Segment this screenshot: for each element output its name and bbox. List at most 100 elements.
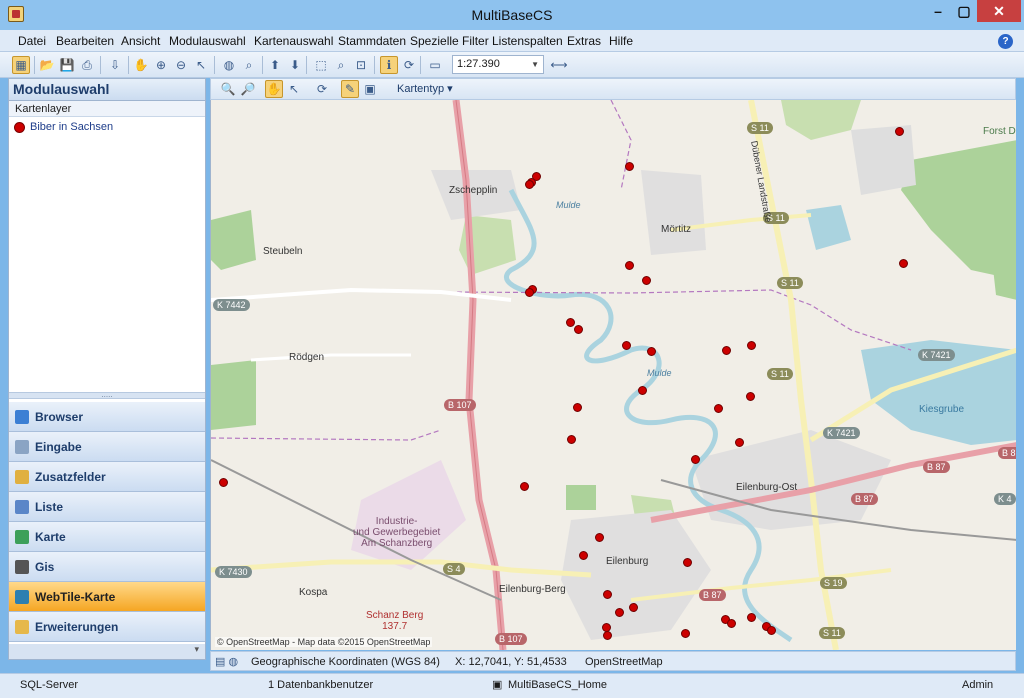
beaver-sighting-marker[interactable] [681,629,690,638]
menu-item-kartenauswahl[interactable]: Kartenauswahl [254,34,333,48]
zoom-extent-icon[interactable]: ⊡ [352,56,370,74]
map-measure-icon[interactable]: ✎ [341,80,359,98]
nav-label: Karte [35,529,66,544]
beaver-sighting-marker[interactable] [567,435,576,444]
beaver-sighting-marker[interactable] [573,403,582,412]
beaver-sighting-marker[interactable] [638,386,647,395]
menu-item-datei[interactable]: Datei [18,34,46,48]
map-attribution: © OpenStreetMap - Map data ©2015 OpenStr… [215,637,433,647]
open-folder-icon[interactable]: 📂 [38,56,56,74]
beaver-sighting-marker[interactable] [525,288,534,297]
nav-karte[interactable]: Karte [9,522,205,552]
print-icon[interactable]: ⎙ [78,56,96,74]
scale-combobox[interactable]: 1:27.390 ▼ [452,55,544,74]
menu-item-extras[interactable]: Extras [567,34,601,48]
beaver-sighting-marker[interactable] [574,325,583,334]
layer-item[interactable]: Biber in Sachsen [9,117,205,137]
search-icon[interactable]: ⌕ [240,56,258,74]
back-arrow-icon[interactable]: ↖ [192,56,210,74]
zoom-out-icon[interactable]: ⊖ [172,56,190,74]
menu-item-modulauswahl[interactable]: Modulauswahl [169,34,246,48]
beaver-sighting-marker[interactable] [219,478,228,487]
beaver-sighting-marker[interactable] [625,162,634,171]
nav-webtile-karte[interactable]: WebTile-Karte [9,582,205,612]
module-select-icon[interactable]: ▦ [12,56,30,74]
nav-label: Zusatzfelder [35,469,106,484]
map-canvas[interactable]: Zschepplin Steubeln Mörtitz Rödgen Eilenburg… [210,100,1016,650]
menu-item-ansicht[interactable]: Ansicht [121,34,160,48]
map-type-dropdown[interactable]: Kartentyp ▾ [397,82,453,95]
beaver-sighting-marker[interactable] [525,180,534,189]
toolbar-separator [128,56,129,74]
zoom-in-icon[interactable]: ⊕ [152,56,170,74]
help-icon[interactable]: ? [998,34,1013,49]
save-icon[interactable]: 💾 [58,56,76,74]
beaver-sighting-marker[interactable] [899,259,908,268]
info-icon[interactable]: ℹ [380,56,398,74]
beaver-sighting-marker[interactable] [642,276,651,285]
map-refresh-icon[interactable]: ⟳ [313,80,331,98]
beaver-sighting-marker[interactable] [615,608,624,617]
place-label: Zschepplin [449,185,498,196]
window-title: MultiBaseCS [471,7,553,23]
beaver-sighting-marker[interactable] [629,603,638,612]
nav-erweiterungen[interactable]: Erweiterungen [9,612,205,642]
map-zoom-out-icon[interactable]: 🔎 [239,80,257,98]
nav-zusatzfelder[interactable]: Zusatzfelder [9,462,205,492]
menu-item-stammdaten[interactable]: Stammdaten [338,34,406,48]
panel-splitter[interactable]: ..... [9,391,205,399]
close-button[interactable]: ✕ [977,0,1021,22]
beaver-sighting-marker[interactable] [747,613,756,622]
beaver-sighting-marker[interactable] [722,346,731,355]
globe-icon[interactable]: ◍ [220,56,238,74]
window-icon[interactable]: ▭ [426,56,444,74]
ruler-icon[interactable]: ⟷ [550,56,568,74]
pan-hand-icon[interactable]: ✋ [132,56,150,74]
projection-icon: ▤ ◍ [215,656,239,668]
beaver-sighting-marker[interactable] [767,626,776,635]
nav-overflow[interactable]: ▾ [9,644,205,659]
map-pan-icon[interactable]: ✋ [265,80,283,98]
minimize-button[interactable]: – [925,0,951,22]
beaver-sighting-marker[interactable] [683,558,692,567]
current-user: Admin [962,679,994,691]
select-area-icon[interactable]: ⬚ [312,56,330,74]
refresh-icon[interactable]: ⟳ [400,56,418,74]
nav-eingabe[interactable]: Eingabe [9,432,205,462]
beaver-sighting-marker[interactable] [520,482,529,491]
beaver-sighting-marker[interactable] [625,261,634,270]
status-bar: SQL-Server 1 Datenbankbenutzer ▣ MultiBa… [0,673,1024,698]
db-users: 1 Datenbankbenutzer [268,679,374,691]
maximize-button[interactable]: ▢ [951,0,977,22]
beaver-sighting-marker[interactable] [895,127,904,136]
nav-browser[interactable]: Browser [9,402,205,432]
beaver-sighting-marker[interactable] [714,404,723,413]
menu-item-listenspalten[interactable]: Listenspalten [492,34,563,48]
beaver-sighting-marker[interactable] [566,318,575,327]
beaver-sighting-marker[interactable] [595,533,604,542]
toolbar-separator [306,56,307,74]
menu-item-bearbeiten[interactable]: Bearbeiten [56,34,114,48]
beaver-sighting-marker[interactable] [691,455,700,464]
magnifier-icon[interactable]: ⌕ [332,56,350,74]
beaver-sighting-marker[interactable] [746,392,755,401]
nav-liste[interactable]: Liste [9,492,205,522]
beaver-sighting-marker[interactable] [622,341,631,350]
beaver-sighting-marker[interactable] [727,619,736,628]
toolbar-separator [420,56,421,74]
beaver-sighting-marker[interactable] [603,590,612,599]
nav-gis[interactable]: Gis [9,552,205,582]
map-back-icon[interactable]: ↖ [285,80,303,98]
beaver-sighting-marker[interactable] [735,438,744,447]
beaver-sighting-marker[interactable] [603,631,612,640]
map-zoom-in-icon[interactable]: 🔍 [219,80,237,98]
beaver-sighting-marker[interactable] [747,341,756,350]
map-layers-icon[interactable]: ▣ [361,80,379,98]
download-icon[interactable]: ⇩ [106,56,124,74]
menu-item-spezielle-filter[interactable]: Spezielle Filter [410,34,489,48]
beaver-sighting-marker[interactable] [579,551,588,560]
beaver-sighting-marker[interactable] [647,347,656,356]
menu-item-hilfe[interactable]: Hilfe [609,34,633,48]
up-arrow-icon[interactable]: ⬆ [266,56,284,74]
down-arrow-icon[interactable]: ⬇ [286,56,304,74]
